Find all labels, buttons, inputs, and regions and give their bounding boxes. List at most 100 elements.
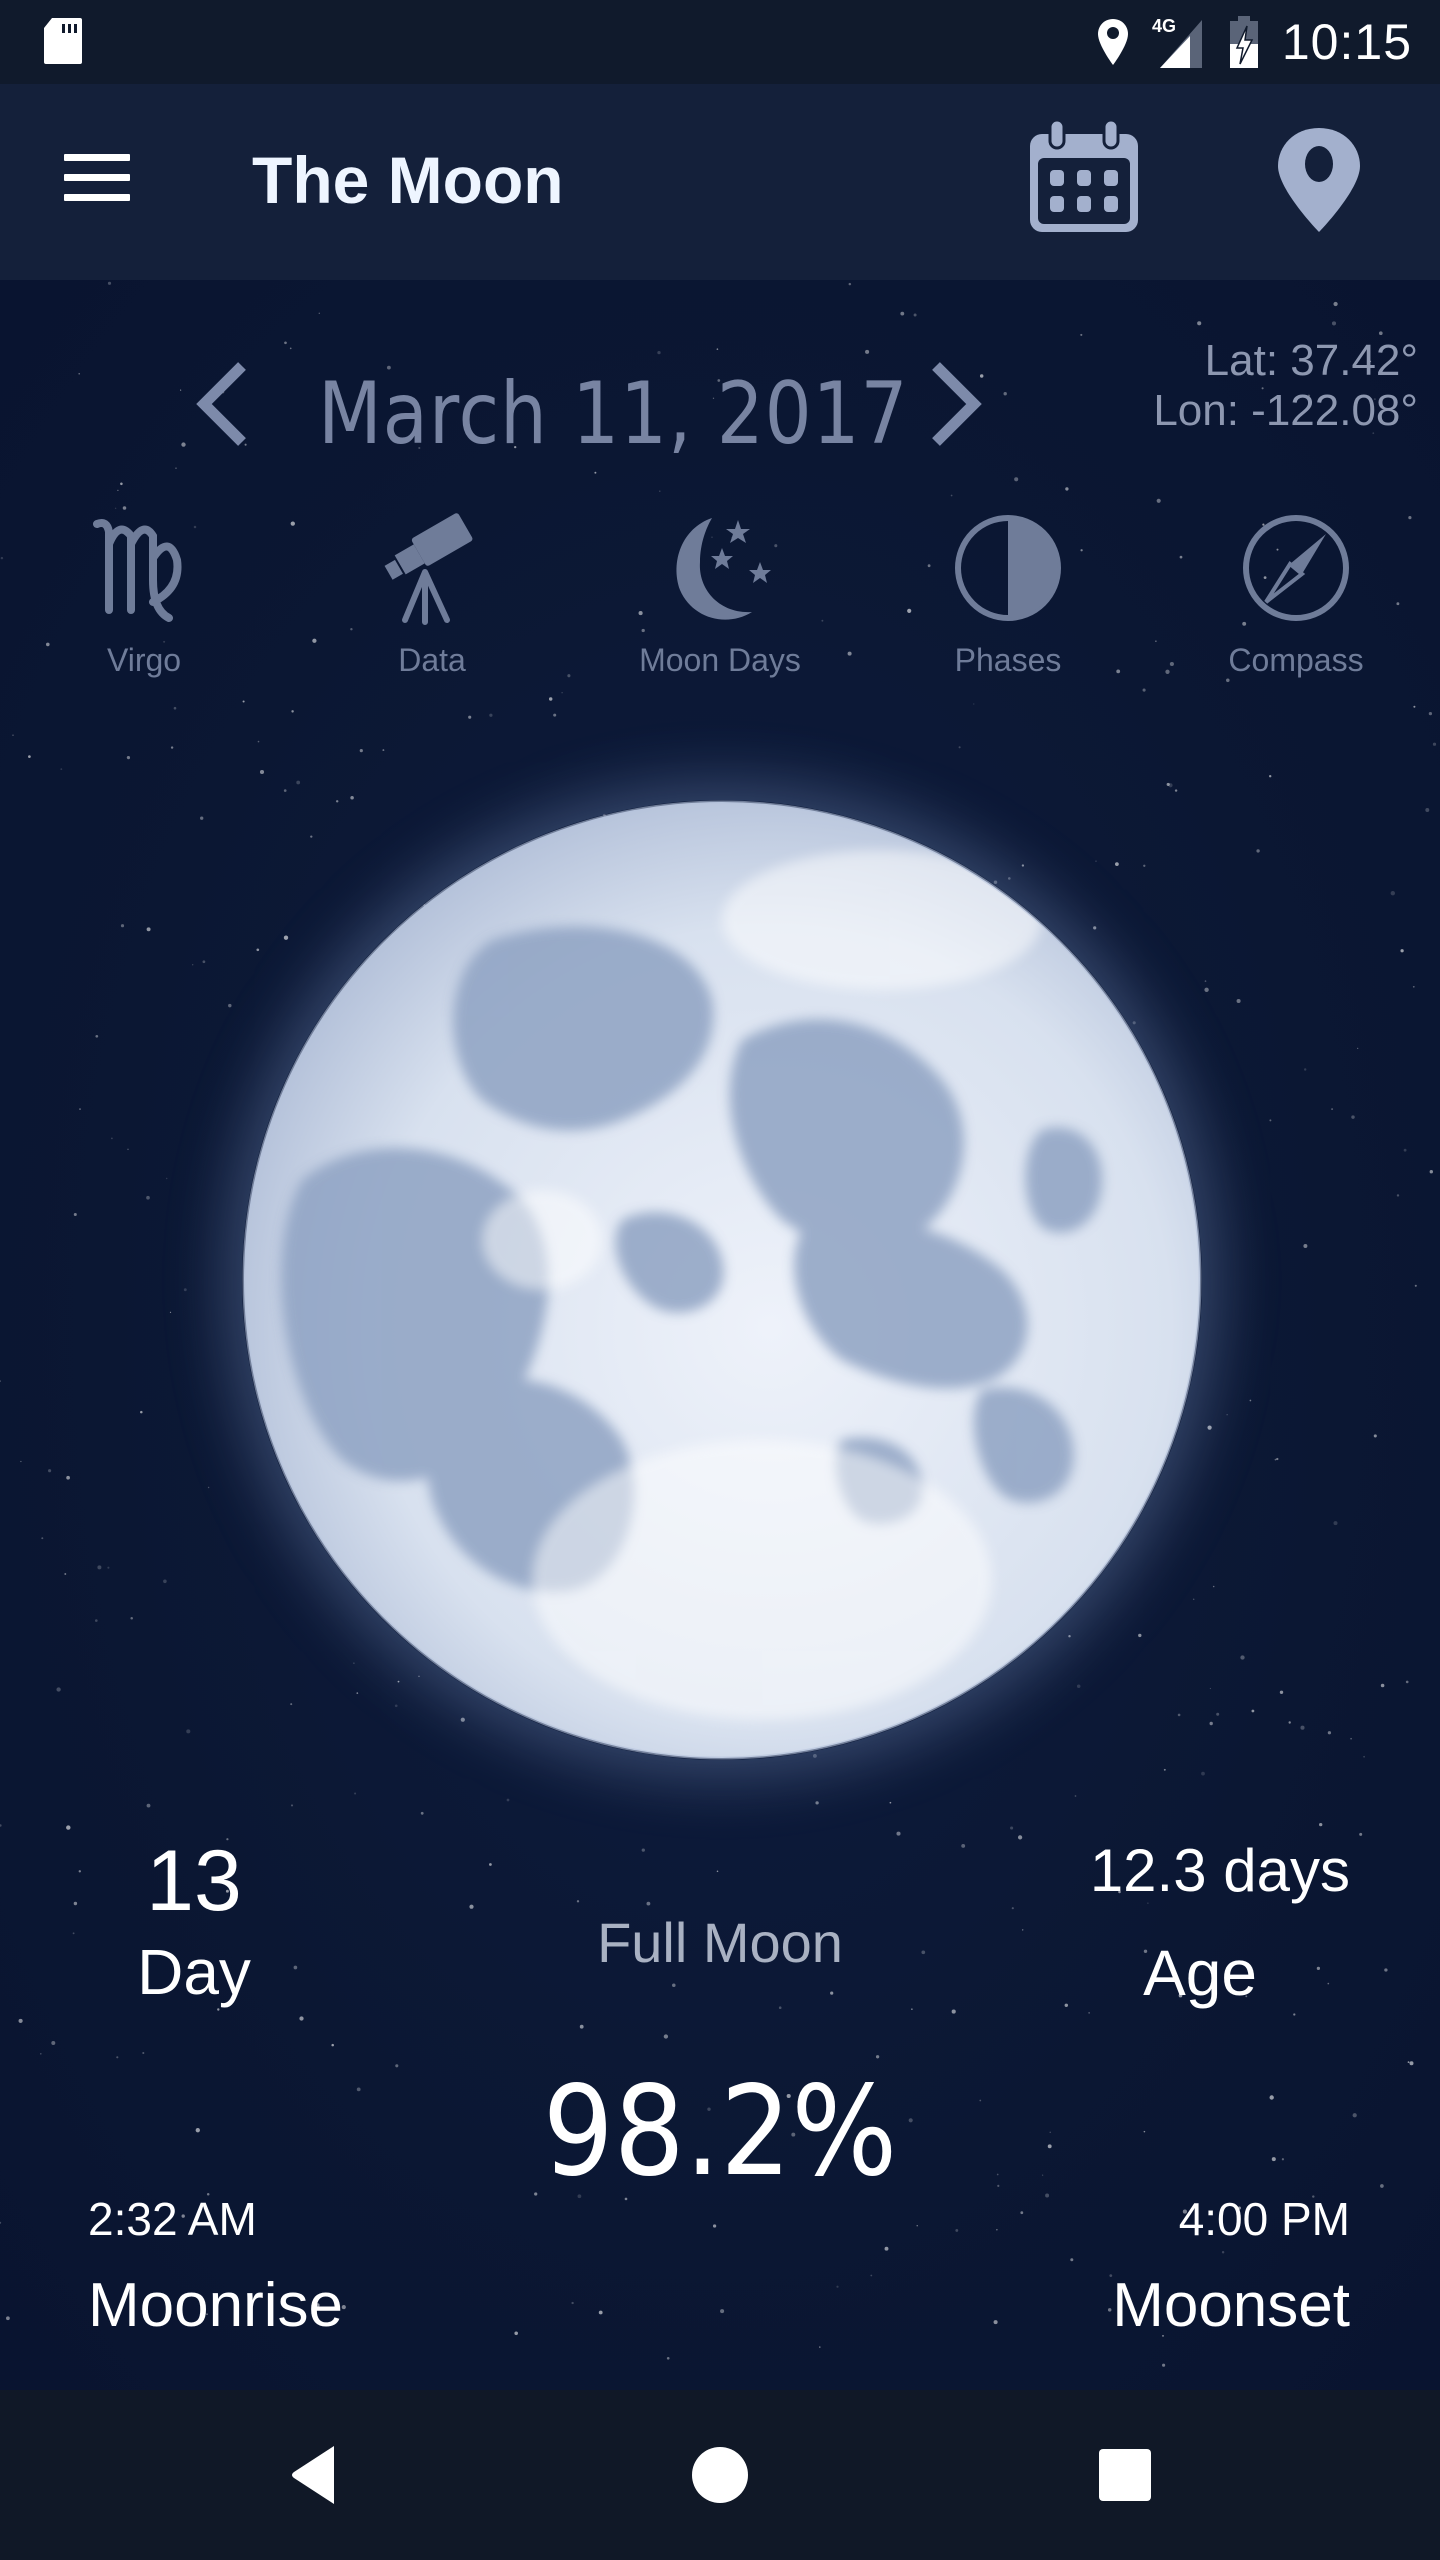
feature-virgo[interactable]: Virgo	[34, 510, 254, 710]
star	[1201, 1771, 1205, 1776]
compass-icon	[1243, 515, 1349, 621]
current-date[interactable]: March 11, 2017	[318, 364, 908, 464]
moon-age-label: Age	[1143, 1937, 1257, 2009]
app-title: The Moon	[252, 143, 564, 217]
star	[1333, 301, 1338, 307]
star	[192, 964, 194, 966]
feature-data[interactable]: Data	[322, 510, 542, 710]
star	[66, 1825, 71, 1830]
star	[79, 1108, 81, 1110]
star	[663, 2034, 669, 2039]
star	[359, 749, 363, 753]
star	[41, 1537, 44, 1540]
star	[64, 1573, 67, 1575]
star	[848, 282, 852, 286]
star	[140, 1410, 143, 1414]
calendar-icon[interactable]	[1026, 118, 1142, 236]
star	[1293, 2013, 1296, 2016]
chevron-right-icon[interactable]	[924, 362, 988, 446]
star	[51, 2041, 56, 2045]
star	[1303, 1244, 1308, 1248]
back-icon[interactable]	[280, 2440, 350, 2510]
star	[1405, 1680, 1409, 1684]
star	[1209, 1721, 1213, 1726]
star	[666, 2356, 670, 2360]
star	[896, 1831, 901, 1836]
location-pin-icon[interactable]	[1274, 124, 1364, 236]
star	[20, 1460, 22, 1463]
star	[1174, 789, 1178, 792]
star	[641, 1848, 645, 1852]
star	[0, 2221, 2, 2224]
star	[870, 2274, 873, 2277]
star	[720, 2309, 725, 2314]
feature-compass[interactable]: Compass	[1186, 510, 1406, 710]
star	[659, 490, 661, 492]
star	[576, 1900, 580, 1903]
moon-image[interactable]	[242, 800, 1202, 1760]
moonrise-time: 2:32 AM	[88, 2193, 257, 2245]
chevron-left-icon[interactable]	[190, 362, 254, 446]
star	[202, 960, 206, 964]
star	[1396, 1194, 1400, 1197]
menu-button[interactable]	[64, 154, 130, 204]
star	[1017, 1835, 1023, 1840]
star	[146, 1195, 150, 1200]
star	[0, 1824, 2, 1827]
star	[142, 2051, 145, 2055]
star	[259, 769, 265, 775]
star	[916, 2225, 918, 2227]
star	[283, 789, 287, 792]
star	[489, 713, 493, 717]
star	[120, 924, 125, 928]
star	[1425, 808, 1430, 812]
star	[468, 715, 472, 719]
star	[836, 2285, 839, 2288]
app-bar: The Moon	[0, 84, 1440, 280]
longitude: Lon: -122.08°	[1153, 386, 1418, 435]
star	[291, 710, 294, 713]
star	[1207, 1425, 1212, 1430]
feature-moon-days[interactable]: Moon Days	[610, 510, 830, 710]
star	[889, 1801, 892, 1804]
star	[257, 740, 260, 743]
main-content: March 11, 2017 Lat: 37.42° Lon: -122.08°…	[0, 280, 1440, 2390]
coordinates: Lat: 37.42° Lon: -122.08°	[1153, 336, 1418, 436]
star	[290, 1804, 294, 1807]
star	[1209, 1687, 1212, 1690]
star	[1390, 891, 1395, 896]
star	[1070, 2258, 1074, 2262]
star	[1256, 849, 1260, 853]
star	[18, 2018, 23, 2023]
signal-icon: 4G	[1152, 16, 1202, 68]
star	[165, 1177, 168, 1180]
star	[1409, 2061, 1414, 2066]
star	[1333, 1521, 1338, 1526]
star	[1226, 1414, 1228, 1416]
star	[996, 2229, 998, 2231]
star	[1166, 782, 1170, 786]
star	[1236, 998, 1241, 1004]
recents-icon[interactable]	[1090, 2440, 1160, 2510]
star	[778, 2006, 782, 2009]
star	[571, 2301, 574, 2305]
star	[672, 1983, 676, 1987]
star	[830, 1991, 834, 1995]
star	[56, 1687, 61, 1692]
star	[815, 1801, 819, 1805]
star	[875, 2055, 880, 2059]
home-icon[interactable]	[685, 2440, 755, 2510]
star	[1014, 477, 1019, 482]
feature-phases[interactable]: Phases	[898, 510, 1118, 710]
star	[1373, 1434, 1377, 1438]
star	[1010, 1826, 1014, 1830]
star	[1412, 985, 1415, 988]
star	[1428, 711, 1433, 716]
star	[951, 2009, 956, 2014]
star	[1363, 1755, 1365, 1758]
sd-card-icon	[44, 18, 82, 64]
star	[1240, 1655, 1245, 1660]
star	[130, 1616, 133, 1620]
star	[66, 1475, 70, 1480]
star	[1107, 2308, 1112, 2312]
